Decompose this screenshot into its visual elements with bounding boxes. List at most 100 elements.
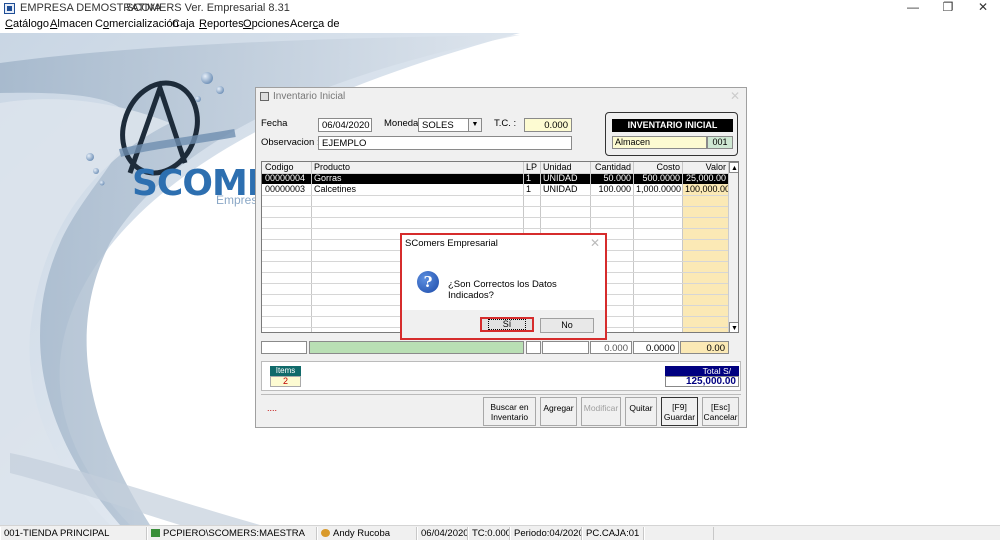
- edit-costo-field[interactable]: 0.0000: [633, 341, 679, 354]
- grid-vline: [633, 162, 634, 332]
- summary-panel: Items 2 Total S/ 125,000.00: [261, 361, 741, 391]
- cancelar-button[interactable]: [Esc] Cancelar: [702, 397, 739, 426]
- cancelar-key: [Esc]: [711, 402, 730, 412]
- status-bar: 001-TIENDA PRINCIPAL PCPIERO\SCOMERS:MAE…: [0, 525, 1000, 540]
- cell-valor[interactable]: 100,000.00: [683, 184, 728, 195]
- menu-opciones[interactable]: Opciones: [243, 18, 289, 30]
- cell-producto[interactable]: Calcetines: [312, 184, 522, 195]
- status-user: Andy Rucoba: [317, 527, 417, 540]
- grid-scrollbar[interactable]: ▲ ▼: [728, 162, 738, 332]
- menu-almacen[interactable]: Almacen: [50, 18, 93, 30]
- grid-hline: [262, 195, 728, 196]
- status-database-text: PCPIERO\SCOMERS:MAESTRA: [163, 528, 305, 539]
- agregar-button[interactable]: Agregar: [540, 397, 577, 426]
- status-date: 06/04/2020: [417, 527, 468, 540]
- grid-vline: [682, 162, 683, 332]
- guardar-key: [F9]: [672, 402, 687, 412]
- edit-producto-field[interactable]: [309, 341, 524, 354]
- edit-cantidad-field[interactable]: 0.000: [590, 341, 632, 354]
- inventario-inicial-box: INVENTARIO INICIAL Almacen 001: [605, 112, 738, 156]
- tc-label: T.C. :: [494, 118, 517, 129]
- dialog-close-icon[interactable]: ✕: [590, 236, 600, 250]
- no-button[interactable]: No: [540, 318, 594, 333]
- guardar-button[interactable]: [F9] Guardar: [661, 397, 698, 426]
- cell-cantidad[interactable]: 100.000: [591, 184, 633, 195]
- user-icon: [321, 529, 330, 537]
- yes-button[interactable]: Sí: [480, 317, 534, 332]
- observacion-field[interactable]: EJEMPLO: [318, 136, 572, 150]
- col-header-valor[interactable]: Valor: [683, 162, 728, 173]
- chevron-down-icon[interactable]: ▼: [468, 119, 481, 131]
- edit-codigo-field[interactable]: [261, 341, 307, 354]
- status-empty: [644, 527, 714, 540]
- buscar-label-2: Inventario: [490, 412, 529, 422]
- menu-comercializacion[interactable]: Comercialización: [95, 18, 179, 30]
- quitar-button[interactable]: Quitar: [625, 397, 657, 426]
- modificar-button[interactable]: Modificar: [581, 397, 621, 426]
- tc-field[interactable]: 0.000: [524, 118, 572, 132]
- cell-lp[interactable]: 1: [524, 173, 540, 184]
- status-tc: TC:0.000: [468, 527, 510, 540]
- status-dots: ....: [267, 403, 278, 413]
- action-toolbar: .... Buscar en Inventario Agregar Modifi…: [261, 394, 741, 426]
- cell-costo[interactable]: 1,000.0000: [634, 184, 682, 195]
- col-header-codigo[interactable]: Codigo: [263, 162, 311, 173]
- col-header-cantidad[interactable]: Cantidad: [591, 162, 633, 173]
- status-database: PCPIERO\SCOMERS:MAESTRA: [147, 527, 317, 540]
- cell-producto[interactable]: Gorras: [312, 173, 522, 184]
- cell-unidad[interactable]: UNIDAD: [541, 184, 589, 195]
- dialog-title: SComers Empresarial: [405, 238, 498, 249]
- items-count: 2: [270, 376, 301, 387]
- scroll-up-icon[interactable]: ▲: [729, 162, 738, 173]
- col-header-producto[interactable]: Producto: [312, 162, 522, 173]
- total-label: Total S/: [665, 366, 739, 376]
- almacen-label: Almacen: [612, 136, 707, 149]
- database-icon: [151, 529, 160, 537]
- cell-unidad[interactable]: UNIDAD: [541, 173, 589, 184]
- cell-cantidad[interactable]: 50.000: [591, 173, 633, 184]
- menu-catalogo[interactable]: Catálogo: [5, 18, 49, 30]
- edit-valor-field: 0.00: [680, 341, 729, 354]
- app-icon: [4, 3, 15, 14]
- restore-button[interactable]: ❐: [933, 0, 963, 17]
- status-caja: PC.CAJA:01: [582, 527, 644, 540]
- inventory-close-icon[interactable]: ✕: [730, 89, 740, 103]
- inventory-window-title: Inventario Inicial: [273, 91, 346, 102]
- col-header-unidad[interactable]: Unidad: [541, 162, 589, 173]
- confirm-dialog: SComers Empresarial ✕ ? ¿Son Correctos l…: [400, 233, 607, 340]
- grid-hline: [262, 217, 728, 218]
- edit-unidad-field[interactable]: [542, 341, 589, 354]
- window-title-version: SCOMERS Ver. Empresarial 8.31: [126, 2, 290, 14]
- status-periodo: Periodo:04/2020: [510, 527, 582, 540]
- cell-costo[interactable]: 500.0000: [634, 173, 682, 184]
- col-header-costo[interactable]: Costo: [634, 162, 682, 173]
- scroll-down-icon[interactable]: ▼: [729, 322, 738, 332]
- observacion-label: Observacion :: [261, 137, 320, 148]
- cell-codigo[interactable]: 00000004: [263, 173, 311, 184]
- minimize-button[interactable]: —: [898, 0, 928, 17]
- fecha-field[interactable]: 06/04/2020: [318, 118, 372, 132]
- guardar-label: Guardar: [663, 412, 696, 422]
- col-header-lp[interactable]: LP: [524, 162, 540, 173]
- window-icon: [260, 92, 269, 101]
- cell-codigo[interactable]: 00000003: [263, 184, 311, 195]
- grid-hline: [262, 173, 728, 174]
- inventario-inicial-title: INVENTARIO INICIAL: [612, 119, 733, 132]
- moneda-select[interactable]: SOLES ▼: [418, 118, 482, 132]
- dialog-message: ¿Son Correctos los Datos Indicados?: [448, 279, 557, 301]
- cell-valor[interactable]: 25,000.00: [683, 173, 728, 184]
- menu-acerca-de[interactable]: Acerca de: [290, 18, 340, 30]
- cancelar-label: Cancelar: [703, 412, 738, 422]
- question-icon: ?: [417, 271, 439, 293]
- menu-caja[interactable]: Caja: [172, 18, 195, 30]
- total-value: 125,000.00: [665, 376, 739, 387]
- menu-bar: Catálogo Almacen Comercialización Caja R…: [0, 17, 1000, 33]
- edit-lp-field[interactable]: [526, 341, 541, 354]
- items-label: Items: [270, 366, 301, 376]
- almacen-code: 001: [707, 136, 733, 149]
- close-window-button[interactable]: ✕: [968, 0, 998, 17]
- cell-lp[interactable]: 1: [524, 184, 540, 195]
- buscar-inventario-button[interactable]: Buscar en Inventario: [483, 397, 536, 426]
- moneda-value: SOLES: [422, 120, 454, 131]
- menu-reportes[interactable]: Reportes: [199, 18, 244, 30]
